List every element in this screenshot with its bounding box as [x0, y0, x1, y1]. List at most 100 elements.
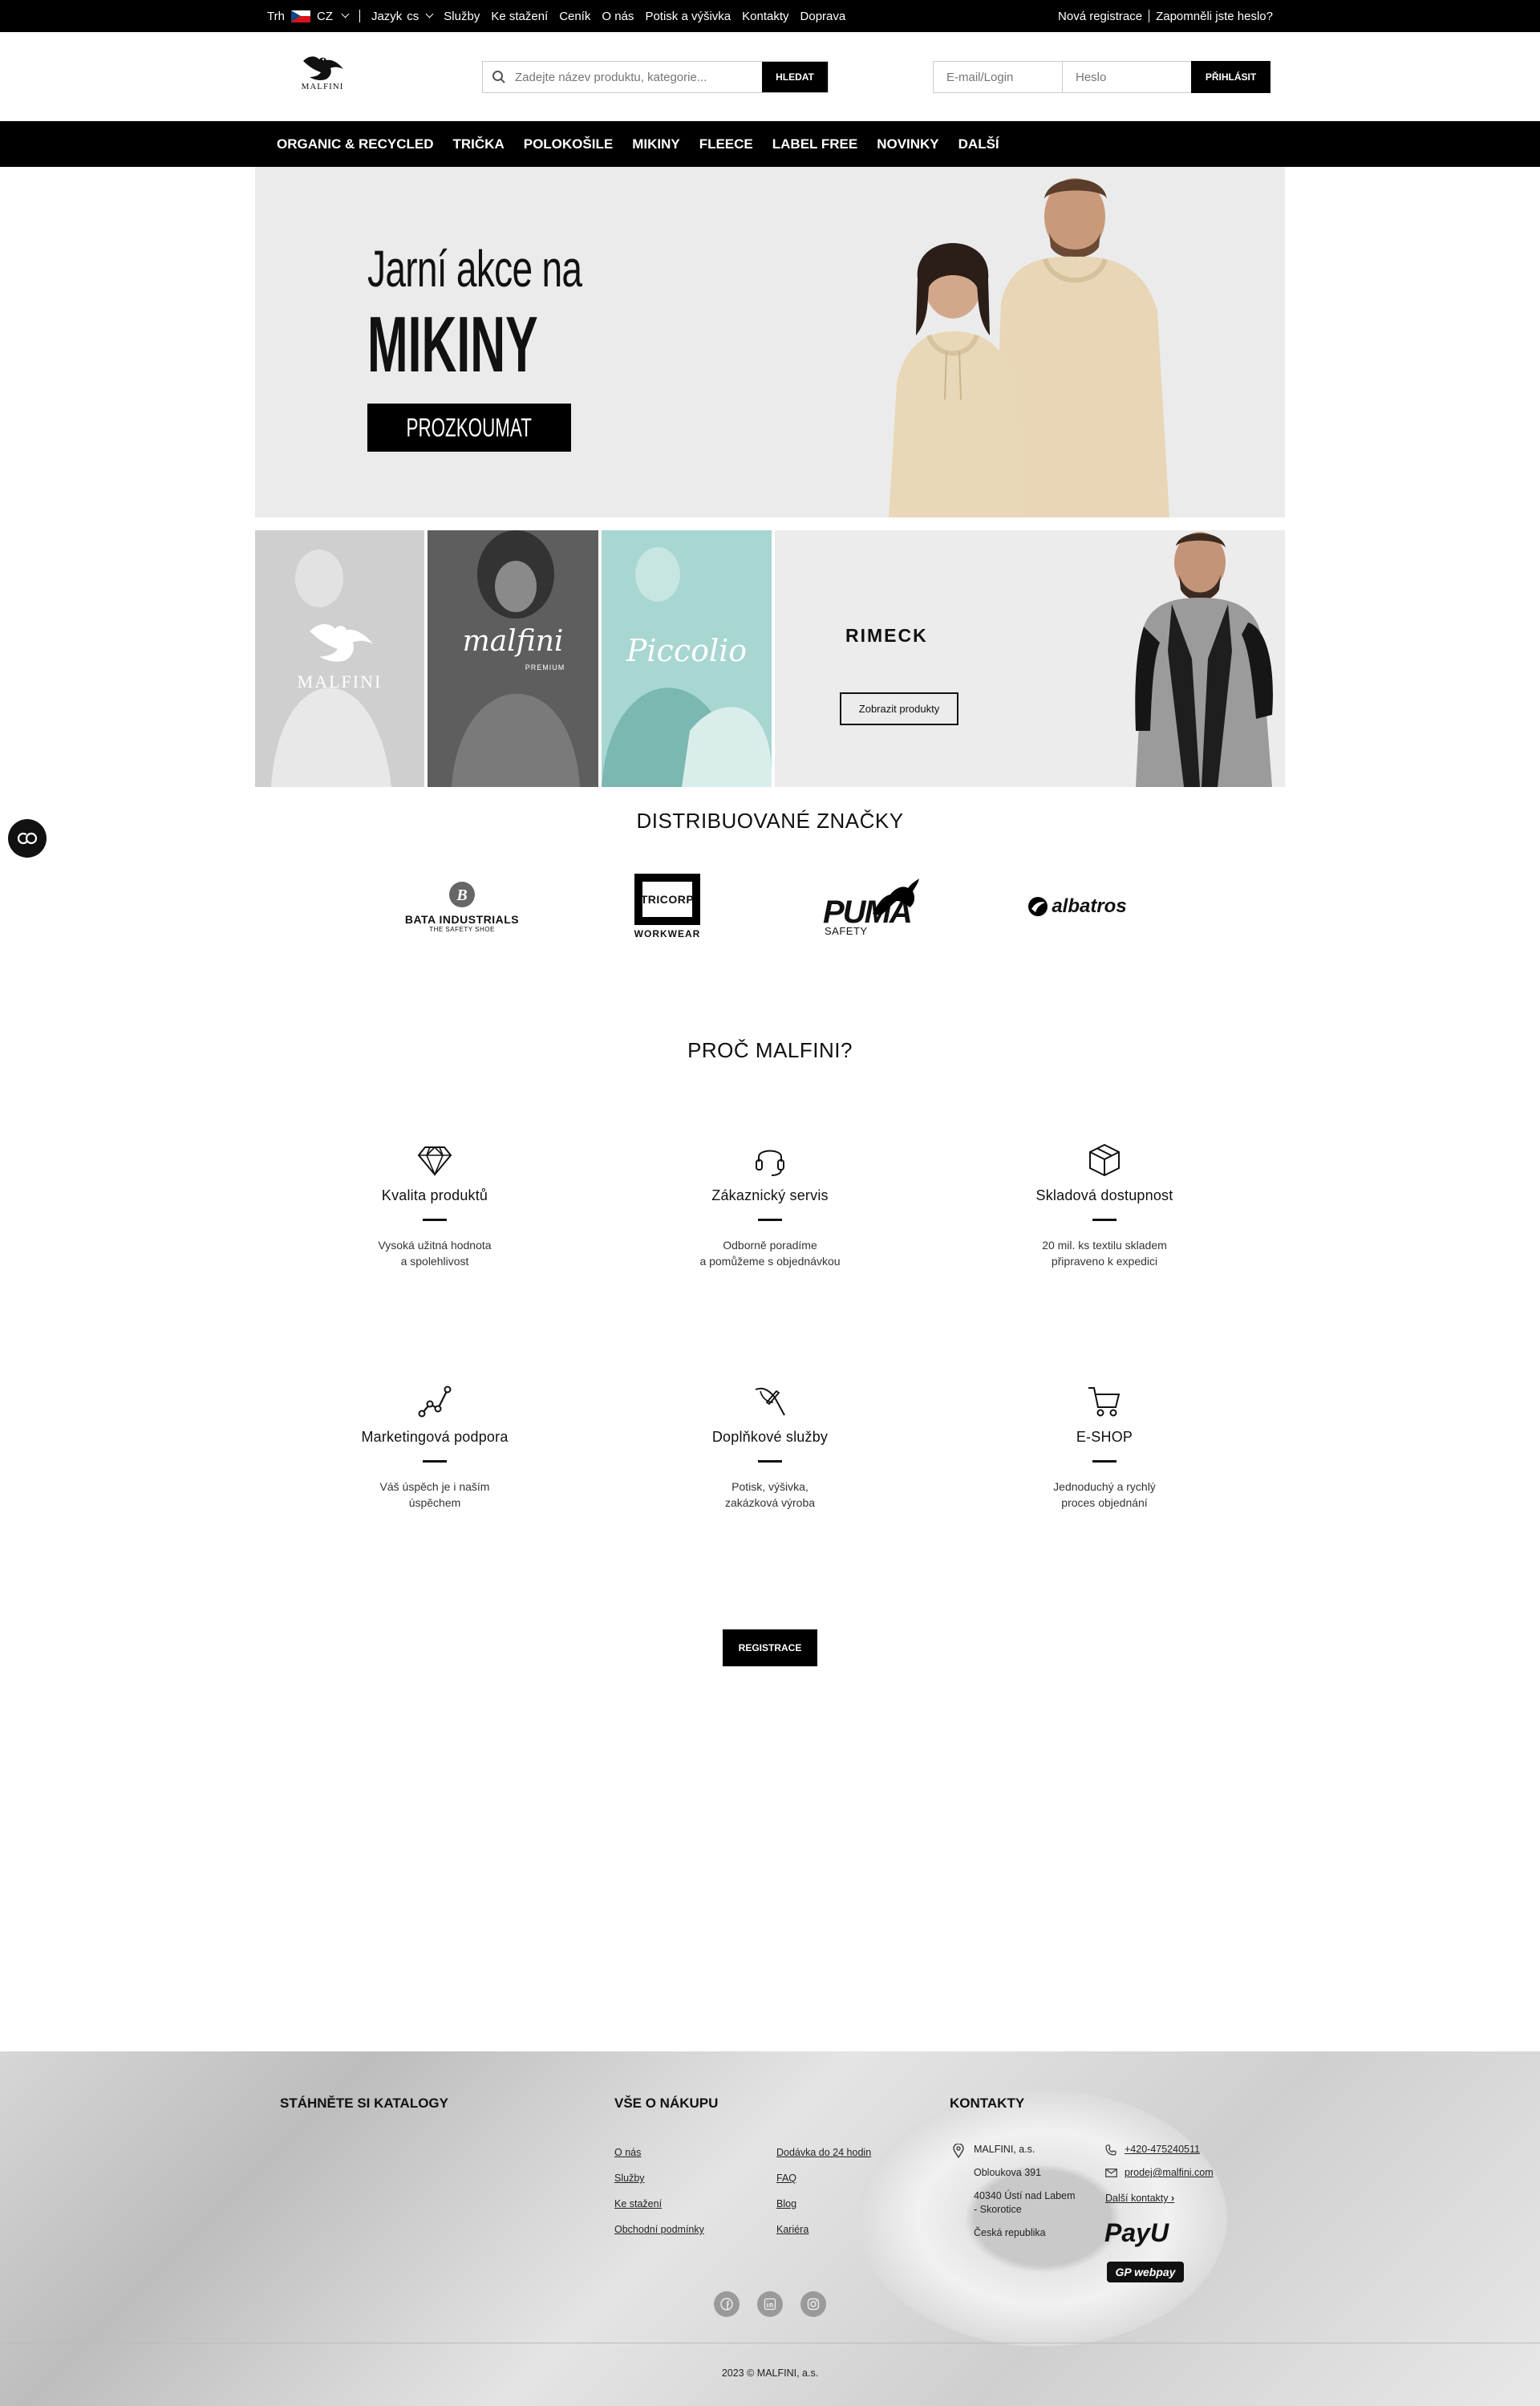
chevron-down-icon [425, 10, 434, 18]
explore-button[interactable]: PROZKOUMAT [367, 404, 571, 452]
search-button[interactable]: HLEDAT [762, 62, 828, 92]
search-icon [483, 62, 515, 92]
topbar-link-shipping[interactable]: Doprava [800, 10, 846, 23]
more-contacts-link[interactable]: Další kontakty › [1105, 2192, 1174, 2205]
market-value: CZ [316, 9, 333, 23]
facebook-icon[interactable] [714, 2291, 740, 2317]
nav-item-fleece[interactable]: FLEECE [699, 136, 753, 152]
email-link[interactable]: prodej@malfini.com [1125, 2166, 1214, 2180]
divider [758, 1460, 782, 1463]
puma-cat-icon [873, 878, 919, 915]
address-district: - Skorotice [974, 2204, 1022, 2215]
login-button[interactable]: PŘIHLÁSIT [1191, 61, 1270, 93]
register-link[interactable]: Nová registrace [1058, 10, 1142, 23]
nav-item-hoodies[interactable]: MIKINY [632, 136, 680, 152]
top-bar: Trh CZ Jazyk cs Služby Ke stažení Ceník … [0, 0, 1540, 32]
feature-title: Doplňkové služby [711, 1429, 829, 1445]
hero-banner[interactable]: Jarní akce na MIKINY PROZKOUMAT [255, 167, 1285, 517]
footer: STÁHNĚTE SI KATALOGY VŠE O NÁKUPU O nás … [0, 2051, 1540, 2406]
address-country: Česká republika [974, 2227, 1046, 2238]
brand-albatros[interactable]: albatros [1012, 870, 1142, 943]
email-field[interactable] [933, 61, 1063, 93]
market-selector[interactable]: Trh CZ [267, 9, 350, 23]
phone-icon [1105, 2144, 1116, 2156]
albatros-logo-icon [1028, 897, 1048, 916]
footer-link-about[interactable]: O nás [614, 2147, 641, 2158]
footer-link-services[interactable]: Služby [614, 2173, 645, 2184]
language-selector[interactable]: Jazyk cs [371, 9, 434, 23]
needle-icon [658, 1382, 882, 1421]
nav-item-tshirts[interactable]: TRIČKA [453, 136, 505, 152]
linkedin-icon[interactable] [757, 2291, 783, 2317]
footer-link-delivery[interactable]: Dodávka do 24 hodin [776, 2147, 871, 2158]
nav-item-polos[interactable]: POLOKOŠILE [524, 136, 613, 152]
topbar-link-services[interactable]: Služby [444, 10, 480, 23]
footer-link-blog[interactable]: Blog [776, 2198, 796, 2209]
forgot-password-link[interactable]: Zapomněli jste heslo? [1156, 10, 1273, 23]
search-input[interactable] [515, 62, 762, 92]
search-bar: HLEDAT [482, 61, 829, 93]
market-label: Trh [267, 9, 285, 23]
tile-malfini-premium[interactable]: malfini PREMIUM [428, 530, 598, 787]
rimeck-logo: RIMECK [845, 625, 928, 646]
nav-item-label-free[interactable]: LABEL FREE [772, 136, 857, 152]
brand-puma[interactable]: PUMA SAFETY [815, 870, 924, 943]
tile-piccolio[interactable]: Piccolio [602, 530, 772, 787]
footer-link-career[interactable]: Kariéra [776, 2224, 808, 2235]
feature-text: a spolehlivost [400, 1255, 469, 1268]
divider [1092, 1460, 1116, 1463]
address-street: Obloukova 391 [974, 2167, 1042, 2178]
divider [758, 1219, 782, 1221]
logo-text: MALFINI [301, 82, 344, 91]
instagram-icon[interactable] [800, 2291, 826, 2317]
feature-title: E-SHOP [1076, 1429, 1133, 1445]
footer-link-faq[interactable]: FAQ [776, 2173, 796, 2184]
nav-item-new[interactable]: NOVINKY [877, 136, 938, 152]
bird-logo-icon [310, 623, 374, 662]
feature-services: Doplňkové služby Potisk, výšivka, zakázko… [658, 1382, 882, 1511]
payu-logo: PayU [1104, 2218, 1169, 2247]
topbar-link-pricelist[interactable]: Ceník [559, 10, 590, 23]
brand-tricorp[interactable]: TRICORP WORKWEAR [622, 870, 712, 943]
topbar-link-printing[interactable]: Potisk a výšivka [645, 10, 731, 23]
address-city: 40340 Ústí nad Labem [974, 2190, 1076, 2201]
hero-line2: MIKINY [367, 300, 538, 388]
divider [423, 1460, 447, 1463]
language-value: cs [407, 9, 419, 23]
bata-name: BATA INDUSTRIALS [404, 912, 520, 926]
registration-button[interactable]: REGISTRACE [723, 1629, 817, 1666]
show-products-button[interactable]: Zobrazit produkty [840, 692, 958, 725]
tile-rimeck-image [1135, 532, 1273, 787]
page: Trh CZ Jazyk cs Služby Ke stažení Ceník … [0, 0, 1540, 2406]
brand-bata[interactable]: B BATA INDUSTRIALS THE SAFETY SHOE [396, 870, 528, 943]
login-form: PŘIHLÁSIT [933, 61, 1270, 93]
tile-rimeck[interactable]: RIMECK Zobrazit produkty [775, 530, 1285, 787]
bata-tagline: THE SAFETY SHOE [429, 925, 495, 933]
password-field[interactable] [1062, 61, 1192, 93]
feature-text: 20 mil. ks textilu skladem [1042, 1239, 1167, 1252]
nav-item-organic[interactable]: ORGANIC & RECYCLED [277, 136, 434, 152]
more-contacts-label: Další kontakty [1105, 2193, 1169, 2204]
divider [423, 1219, 447, 1221]
brands-title: DISTRIBUOVANÉ ZNAČKY [636, 809, 904, 833]
malfini-logo[interactable]: MALFINI [294, 53, 351, 98]
feature-title: Skladová dostupnost [1035, 1187, 1173, 1203]
feature-service: Zákaznický servis Odborně poradíme a pomů… [658, 1141, 882, 1269]
footer-link-terms[interactable]: Obchodní podmínky [614, 2224, 704, 2235]
svg-text:B: B [456, 887, 467, 904]
location-pin-icon [953, 2144, 964, 2158]
tile-premium-image [428, 530, 598, 787]
nav-item-more[interactable]: DALŠÍ [958, 136, 999, 152]
topbar-link-contacts[interactable]: Kontakty [742, 10, 788, 23]
topbar-link-about[interactable]: O nás [602, 10, 634, 23]
tile-malfini[interactable]: MALFINI [255, 530, 424, 787]
main-nav: ORGANIC & RECYCLED TRIČKA POLOKOŠILE MIK… [0, 121, 1540, 167]
feature-text: a pomůžeme s objednávkou [699, 1255, 841, 1268]
headset-icon [658, 1141, 882, 1179]
feature-eshop: E-SHOP Jednoduchý a rychlý proces objedná… [992, 1382, 1217, 1511]
footer-link-downloads[interactable]: Ke stažení [614, 2198, 662, 2209]
feature-title: Kvalita produktů [381, 1187, 488, 1203]
topbar-link-downloads[interactable]: Ke stažení [491, 10, 548, 23]
phone-link[interactable]: +420-475240511 [1125, 2143, 1200, 2156]
co-icon [17, 832, 38, 845]
